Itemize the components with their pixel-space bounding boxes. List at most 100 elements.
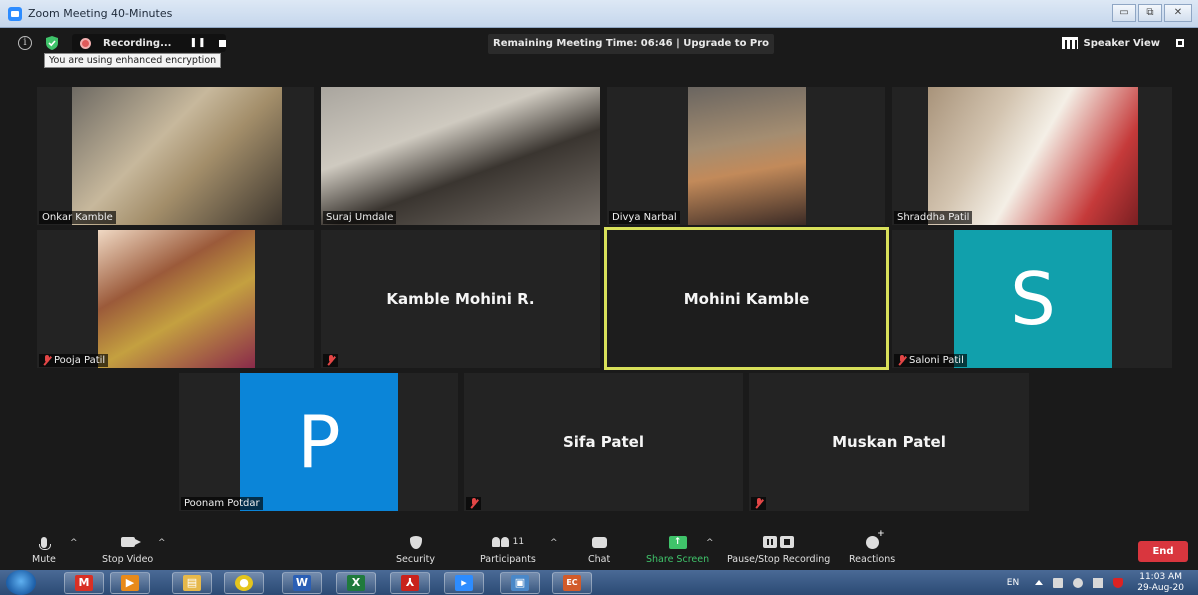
taskbar-app-excel[interactable]: X (336, 572, 376, 594)
participants-label: Participants (480, 554, 536, 565)
participant-video (928, 87, 1138, 225)
start-button-icon[interactable] (6, 570, 36, 595)
chrome-icon: ● (235, 575, 253, 591)
mute-label: Mute (32, 554, 56, 565)
window-title: Zoom Meeting 40-Minutes (28, 7, 173, 20)
participant-name-tag: Poonam Potdar (181, 497, 263, 510)
security-button[interactable]: Security (396, 534, 435, 565)
participant-name-tag: Onkar Kamble (39, 211, 116, 224)
zoom-icon: ▸ (455, 575, 473, 591)
taskbar-app-file-explorer[interactable]: ▤ (172, 572, 212, 594)
reactions-button[interactable]: Reactions (849, 529, 895, 566)
restore-button[interactable]: ⧉ (1138, 4, 1162, 22)
meeting-info-icon[interactable]: i (18, 36, 32, 50)
participant-display-name: Muskan Patel (832, 433, 946, 451)
microphone-icon (38, 536, 51, 550)
taskbar-app-zoom[interactable]: ▸ (444, 572, 484, 594)
participant-tile[interactable]: Onkar Kamble (37, 87, 314, 225)
camera-icon (120, 537, 141, 547)
participant-name-tag: Suraj Umdale (323, 211, 397, 224)
active-speaker-tile[interactable]: Mohini Kamble (604, 227, 889, 370)
participant-video (688, 87, 806, 225)
participant-video (321, 87, 600, 225)
taskbar-app-chrome[interactable]: ● (224, 572, 264, 594)
participant-tile[interactable]: Kamble Mohini R. (321, 230, 600, 368)
participants-options-caret[interactable]: ^ (550, 538, 558, 548)
participant-tile[interactable]: P Poonam Potdar (179, 373, 458, 511)
window-controls: ▭ ⧉ ✕ (1112, 4, 1192, 22)
window-titlebar: Zoom Meeting 40-Minutes ▭ ⧉ ✕ (0, 0, 1198, 28)
participant-name-tag: Divya Narbal (609, 211, 680, 224)
participant-display-name: Sifa Patel (562, 433, 644, 451)
pause-stop-recording-label: Pause/Stop Recording (727, 554, 831, 565)
fullscreen-icon[interactable] (1174, 37, 1186, 49)
participant-tile[interactable]: Suraj Umdale (321, 87, 600, 225)
share-screen-icon: ↑ (668, 535, 687, 549)
volume-icon[interactable] (1073, 577, 1084, 588)
recording-indicator: Recording... ❚❚ (72, 34, 226, 52)
system-tray: EN 11:03 AM 29-Aug-20 (1007, 570, 1198, 595)
word-icon: W (293, 575, 311, 591)
video-options-caret[interactable]: ^ (158, 538, 166, 548)
participants-button[interactable]: 11 Participants (480, 534, 536, 565)
mute-button[interactable]: Mute (32, 534, 56, 565)
chat-button[interactable]: Chat (588, 534, 610, 565)
show-hidden-icons-icon[interactable] (1035, 580, 1044, 585)
taskbar-app-word[interactable]: W (282, 572, 322, 594)
participant-video (98, 230, 255, 368)
share-options-caret[interactable]: ^ (706, 538, 714, 548)
minimize-button[interactable]: ▭ (1112, 4, 1136, 22)
antivirus-shield-icon[interactable] (1113, 577, 1124, 588)
participant-name-tag: Pooja Patil (39, 354, 109, 367)
photo-viewer-icon: ▣ (511, 575, 529, 591)
emoji-icon (865, 529, 885, 549)
participant-name: Poonam Potdar (184, 498, 260, 509)
media-player-icon: ▶ (121, 575, 139, 591)
file-explorer-icon: ▤ (183, 575, 201, 591)
participant-video (72, 87, 282, 225)
encryption-shield-icon[interactable] (46, 36, 58, 50)
taskbar-app-acrobat[interactable]: ⅄ (390, 572, 430, 594)
share-screen-button[interactable]: ↑ Share Screen (646, 534, 709, 565)
network-icon[interactable] (1053, 577, 1064, 588)
taskbar-app-photo-viewer[interactable]: ▣ (500, 572, 540, 594)
mic-muted-icon (326, 355, 335, 366)
participant-name-tag (466, 497, 481, 510)
taskbar-app-gmail[interactable]: M (64, 572, 104, 594)
participant-avatar: S (954, 230, 1112, 368)
close-button[interactable]: ✕ (1164, 4, 1192, 22)
participant-tile[interactable]: Muskan Patel (749, 373, 1029, 511)
stop-video-button[interactable]: Stop Video (102, 534, 153, 565)
participant-tile[interactable]: Divya Narbal (607, 87, 885, 225)
participant-name-tag (751, 497, 766, 510)
participant-name-tag (323, 354, 338, 367)
acrobat-icon: ⅄ (401, 575, 419, 591)
stop-recording-icon[interactable] (218, 39, 226, 47)
participant-display-name: Kamble Mohini R. (386, 290, 535, 308)
security-label: Security (396, 554, 436, 565)
participant-tile[interactable]: Sifa Patel (464, 373, 743, 511)
participant-name: Onkar Kamble (42, 212, 113, 223)
language-indicator[interactable]: EN (1007, 578, 1019, 588)
remaining-time-banner[interactable]: Remaining Meeting Time: 06:46 | Upgrade … (488, 34, 775, 54)
gallery-grid-icon (1061, 37, 1078, 49)
taskbar-app-presentation[interactable]: EC (552, 572, 592, 594)
participants-count: 11 (512, 537, 525, 547)
end-meeting-button[interactable]: End (1138, 541, 1188, 562)
pause-recording-icon[interactable]: ❚❚ (189, 38, 206, 48)
participant-tile[interactable]: Shraddha Patil (892, 87, 1172, 225)
participant-tile[interactable]: S Saloni Patil (892, 230, 1172, 368)
participant-tile[interactable]: Pooja Patil (37, 230, 314, 368)
taskbar-clock[interactable]: 11:03 AM 29-Aug-20 (1137, 572, 1184, 594)
action-center-icon[interactable] (1093, 577, 1104, 588)
mic-muted-icon (469, 498, 478, 509)
taskbar-app-media-player[interactable]: ▶ (110, 572, 150, 594)
mic-muted-icon (42, 355, 51, 366)
encryption-tooltip: You are using enhanced encryption (44, 53, 222, 68)
zoom-app-icon (8, 6, 22, 21)
speaker-view-label: Speaker View (1083, 37, 1160, 49)
meeting-controls-toolbar: Mute ^ Stop Video ^ Security 11 Particip… (0, 529, 1198, 570)
audio-options-caret[interactable]: ^ (70, 538, 78, 548)
speaker-view-button[interactable]: Speaker View (1061, 34, 1160, 52)
pause-stop-recording-button[interactable]: Pause/Stop Recording (727, 534, 830, 565)
